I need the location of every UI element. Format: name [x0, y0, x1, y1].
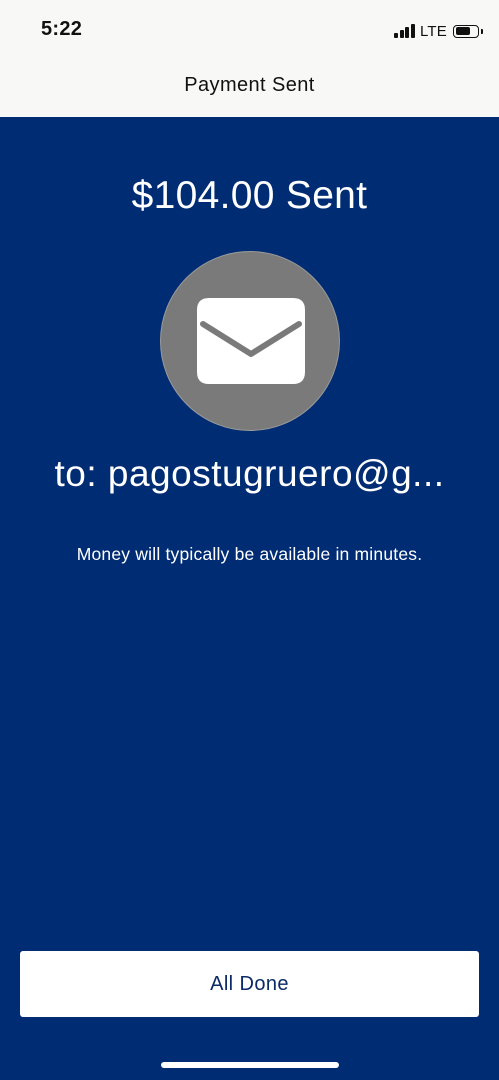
- battery-icon: [453, 24, 483, 38]
- top-bar: 5:22 LTE Payment Sent: [0, 0, 499, 117]
- battery-level: [455, 27, 471, 35]
- recipient-label: to: pagostugruero@g...: [54, 453, 445, 494]
- page-title: Payment Sent: [184, 74, 315, 96]
- status-bar: 5:22 LTE: [0, 0, 499, 60]
- all-done-button[interactable]: All Done: [20, 951, 479, 1017]
- status-indicators: LTE: [394, 21, 483, 41]
- cellular-signal-icon: [394, 24, 416, 38]
- network-type: LTE: [420, 22, 447, 40]
- availability-note: Money will typically be available in min…: [76, 544, 423, 564]
- status-time: 5:22: [41, 18, 83, 40]
- home-indicator[interactable]: [161, 1062, 339, 1068]
- envelope-icon-circle: [160, 251, 340, 431]
- amount-sent-heading: $104.00 Sent: [131, 174, 368, 217]
- envelope-icon: [197, 298, 305, 384]
